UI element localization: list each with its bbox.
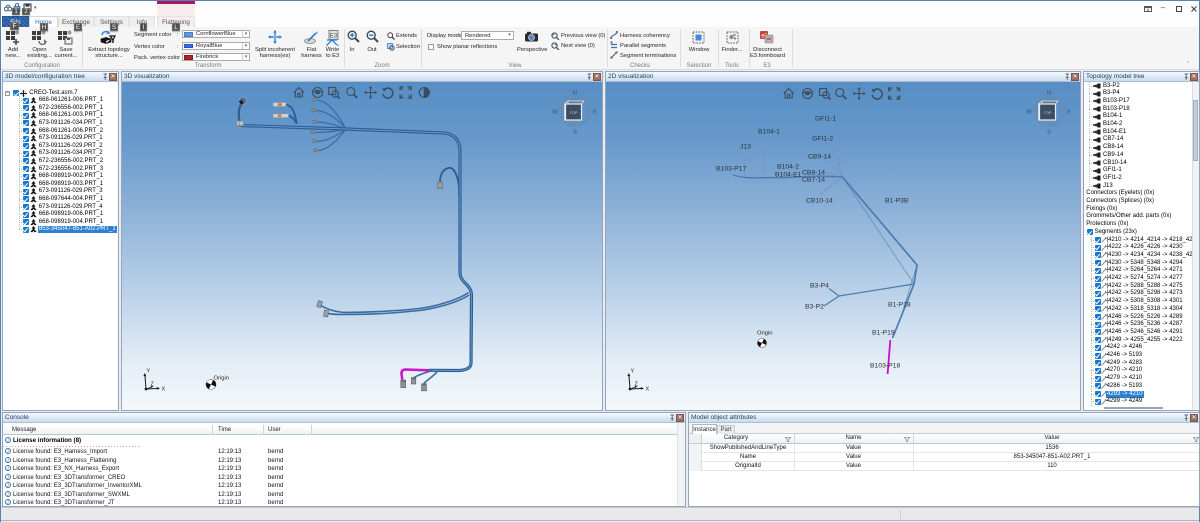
svg-text:TOP: TOP [569, 110, 577, 115]
svg-text:E3: E3 [330, 33, 338, 40]
svg-text:W: W [552, 110, 558, 116]
svg-text:Origin: Origin [214, 376, 229, 382]
svg-text:CB10-14: CB10-14 [806, 198, 833, 205]
svg-text:N: N [573, 91, 577, 97]
svg-text:CB8-14: CB8-14 [802, 170, 825, 177]
svg-text:S: S [1047, 130, 1051, 136]
svg-text:B104-1: B104-1 [758, 129, 780, 136]
svg-text:W: W [1026, 110, 1032, 116]
svg-text:B1-P3B: B1-P3B [885, 198, 909, 205]
svg-text:B103-P17: B103-P17 [716, 166, 746, 173]
svg-text:CB9-14: CB9-14 [808, 154, 831, 161]
svg-text:S: S [573, 130, 577, 136]
svg-text:E: E [593, 110, 597, 116]
svg-text:N: N [1047, 91, 1051, 97]
svg-text:CB7-14: CB7-14 [802, 177, 825, 184]
svg-text:TOP: TOP [1043, 110, 1051, 115]
svg-text:B104-2: B104-2 [777, 164, 799, 171]
svg-text:B1-P19: B1-P19 [872, 330, 895, 337]
svg-text:B1-P18: B1-P18 [888, 302, 911, 309]
svg-text:J13: J13 [740, 144, 751, 151]
svg-text:B103-P18: B103-P18 [870, 363, 900, 370]
svg-text:B104-E1: B104-E1 [775, 172, 802, 179]
svg-text:E: E [1067, 110, 1071, 116]
svg-text:Y: Y [147, 369, 151, 375]
svg-text:GFI1-1: GFI1-1 [815, 116, 836, 123]
svg-text:X: X [646, 387, 650, 393]
svg-text:B3-P2: B3-P2 [805, 304, 824, 311]
svg-text:B3-P4: B3-P4 [810, 283, 829, 290]
svg-text:X: X [162, 387, 166, 393]
svg-text:Origin: Origin [757, 331, 772, 337]
svg-text:GFI1-2: GFI1-2 [812, 136, 833, 143]
svg-text:Y: Y [631, 369, 635, 375]
